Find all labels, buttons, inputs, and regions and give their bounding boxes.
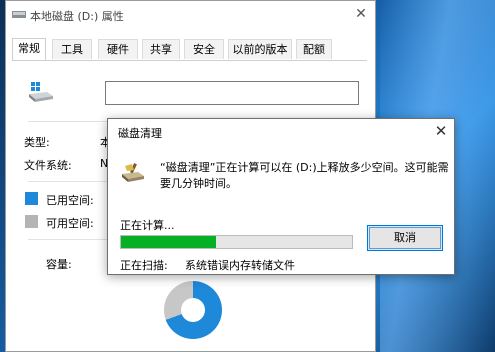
disk-cleanup-icon xyxy=(122,163,144,182)
tab-quota[interactable]: 配额 xyxy=(296,39,332,59)
properties-tabbar: 常规 工具 硬件 共享 安全 以前的版本 配额 xyxy=(12,38,367,61)
used-space-label: 已用空间: xyxy=(46,194,94,207)
tab-previous-versions[interactable]: 以前的版本 xyxy=(228,39,292,59)
drive-title-icon xyxy=(12,11,26,18)
filesystem-label: 文件系统: xyxy=(24,159,72,172)
scanning-label: 正在扫描: xyxy=(120,259,168,272)
disk-cleanup-dialog: 磁盘清理 ✕ “磁盘清理”正在计算可以在 (D:)上释放多少空间。这可能需要几分… xyxy=(107,118,455,275)
cleanup-message: “磁盘清理”正在计算可以在 (D:)上释放多少空间。这可能需要几分钟时间。 xyxy=(160,161,449,190)
properties-titlebar: 本地磁盘 (D:) 属性 ✕ xyxy=(6,1,375,29)
tab-hardware[interactable]: 硬件 xyxy=(98,39,138,59)
tab-security[interactable]: 安全 xyxy=(184,39,224,59)
close-icon[interactable]: ✕ xyxy=(352,6,370,22)
drive-name-input[interactable] xyxy=(105,81,359,105)
calculating-label: 正在计算... xyxy=(120,219,175,232)
used-space-swatch xyxy=(25,192,38,205)
close-icon[interactable]: ✕ xyxy=(432,122,450,140)
tab-general[interactable]: 常规 xyxy=(12,38,46,60)
cancel-button[interactable]: 取消 xyxy=(367,225,443,251)
capacity-label: 容量: xyxy=(46,258,72,271)
hard-drive-icon xyxy=(29,82,53,102)
disk-usage-donut xyxy=(164,281,222,339)
tab-tools[interactable]: 工具 xyxy=(52,39,92,59)
type-label: 类型: xyxy=(24,136,50,149)
progress-fill xyxy=(121,236,216,248)
free-space-swatch xyxy=(25,215,38,228)
properties-title: 本地磁盘 (D:) 属性 xyxy=(30,10,124,23)
cleanup-progress-bar xyxy=(120,235,353,249)
dialog-title: 磁盘清理 xyxy=(118,127,162,140)
tab-sharing[interactable]: 共享 xyxy=(142,39,180,59)
scanning-item: 系统错误内存转储文件 xyxy=(185,259,295,272)
free-space-label: 可用空间: xyxy=(46,217,94,230)
